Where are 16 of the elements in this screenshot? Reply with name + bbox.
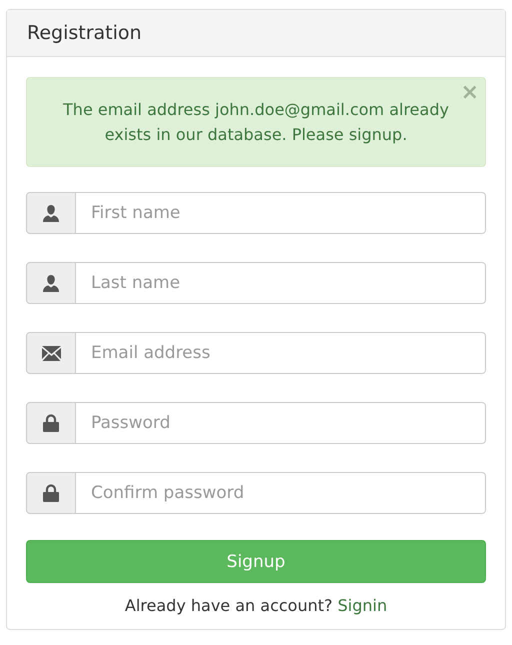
input-field[interactable]: Confirm password <box>76 472 486 514</box>
input-field[interactable]: Email address <box>76 332 486 374</box>
user-icon <box>43 274 59 292</box>
user-icon <box>43 204 59 222</box>
signin-link[interactable]: Signin <box>338 596 388 615</box>
panel-title: Registration <box>27 22 142 44</box>
signup-button[interactable]: Signup <box>26 540 486 583</box>
alert-message: The email address john.doe@gmail.com already exists in our database. Please signup. <box>63 100 449 144</box>
input-field[interactable]: First name <box>76 192 486 234</box>
envelope-icon <box>42 346 60 360</box>
input-field[interactable]: Last name <box>76 262 486 304</box>
lock-icon <box>43 414 59 432</box>
footer-text: Already have an account? <box>124 596 332 615</box>
close-button[interactable]: × <box>460 80 479 105</box>
input-field[interactable]: Password <box>76 402 486 444</box>
lock-icon <box>43 484 59 502</box>
